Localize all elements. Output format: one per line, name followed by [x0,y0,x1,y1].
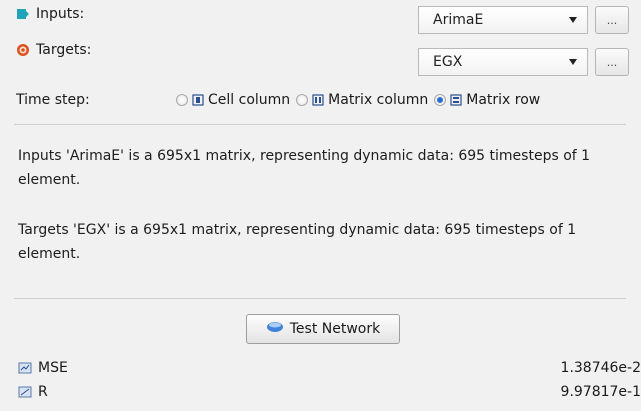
test-network-label: Test Network [289,321,381,337]
targets-label: Targets: [36,42,92,58]
matrix-row-icon [449,92,463,108]
r-icon [18,384,32,400]
metric-r-name: R [38,384,48,400]
targets-browse-button[interactable]: ... [595,48,629,76]
radio-matrix-column[interactable] [296,94,309,106]
cell-column-icon [191,92,205,108]
inputs-selected-value: ArimaE [433,12,484,28]
targets-icon [16,42,30,58]
inputs-icon [16,6,30,22]
cell-column-label: Cell column [208,92,291,108]
inputs-label: Inputs: [36,6,85,22]
targets-description: Targets 'EGX' is a 695x1 matrix, represe… [18,222,577,262]
targets-selected-value: EGX [433,54,463,70]
inputs-select[interactable]: ArimaE [418,6,588,34]
matrix-column-label: Matrix column [328,92,429,108]
metric-mse: MSE [18,360,68,376]
inputs-row-label: Inputs: [16,6,84,22]
time-step-option-matrix-column[interactable]: Matrix column [296,92,428,108]
time-step-option-matrix-row[interactable]: Matrix row [434,92,540,108]
network-icon [266,321,284,337]
matrix-column-icon [311,92,325,108]
inputs-browse-label: ... [606,13,618,27]
chevron-down-icon [569,17,577,23]
time-step-label: Time step: [16,92,90,108]
metric-r-value: 9.97817e-1 [560,384,641,400]
inputs-description: Inputs 'ArimaE' is a 695x1 matrix, repre… [18,148,591,188]
test-network-button[interactable]: Test Network [246,314,400,344]
divider-top [14,124,626,125]
metric-mse-name: MSE [38,360,68,376]
metric-r: R [18,384,48,400]
targets-row-label: Targets: [16,42,91,58]
chevron-down-icon [569,59,577,65]
targets-browse-label: ... [606,55,618,69]
radio-matrix-row[interactable] [434,94,447,106]
metric-mse-value: 1.38746e-2 [560,360,641,376]
time-step-option-cell-column[interactable]: Cell column [176,92,290,108]
time-step-options: Cell column Matrix column Matrix row [176,92,540,108]
matrix-row-label: Matrix row [466,92,541,108]
radio-cell-column[interactable] [176,94,188,106]
inputs-browse-button[interactable]: ... [595,6,629,34]
targets-select[interactable]: EGX [418,48,588,76]
divider-bottom [14,298,626,299]
mse-icon [18,360,32,376]
